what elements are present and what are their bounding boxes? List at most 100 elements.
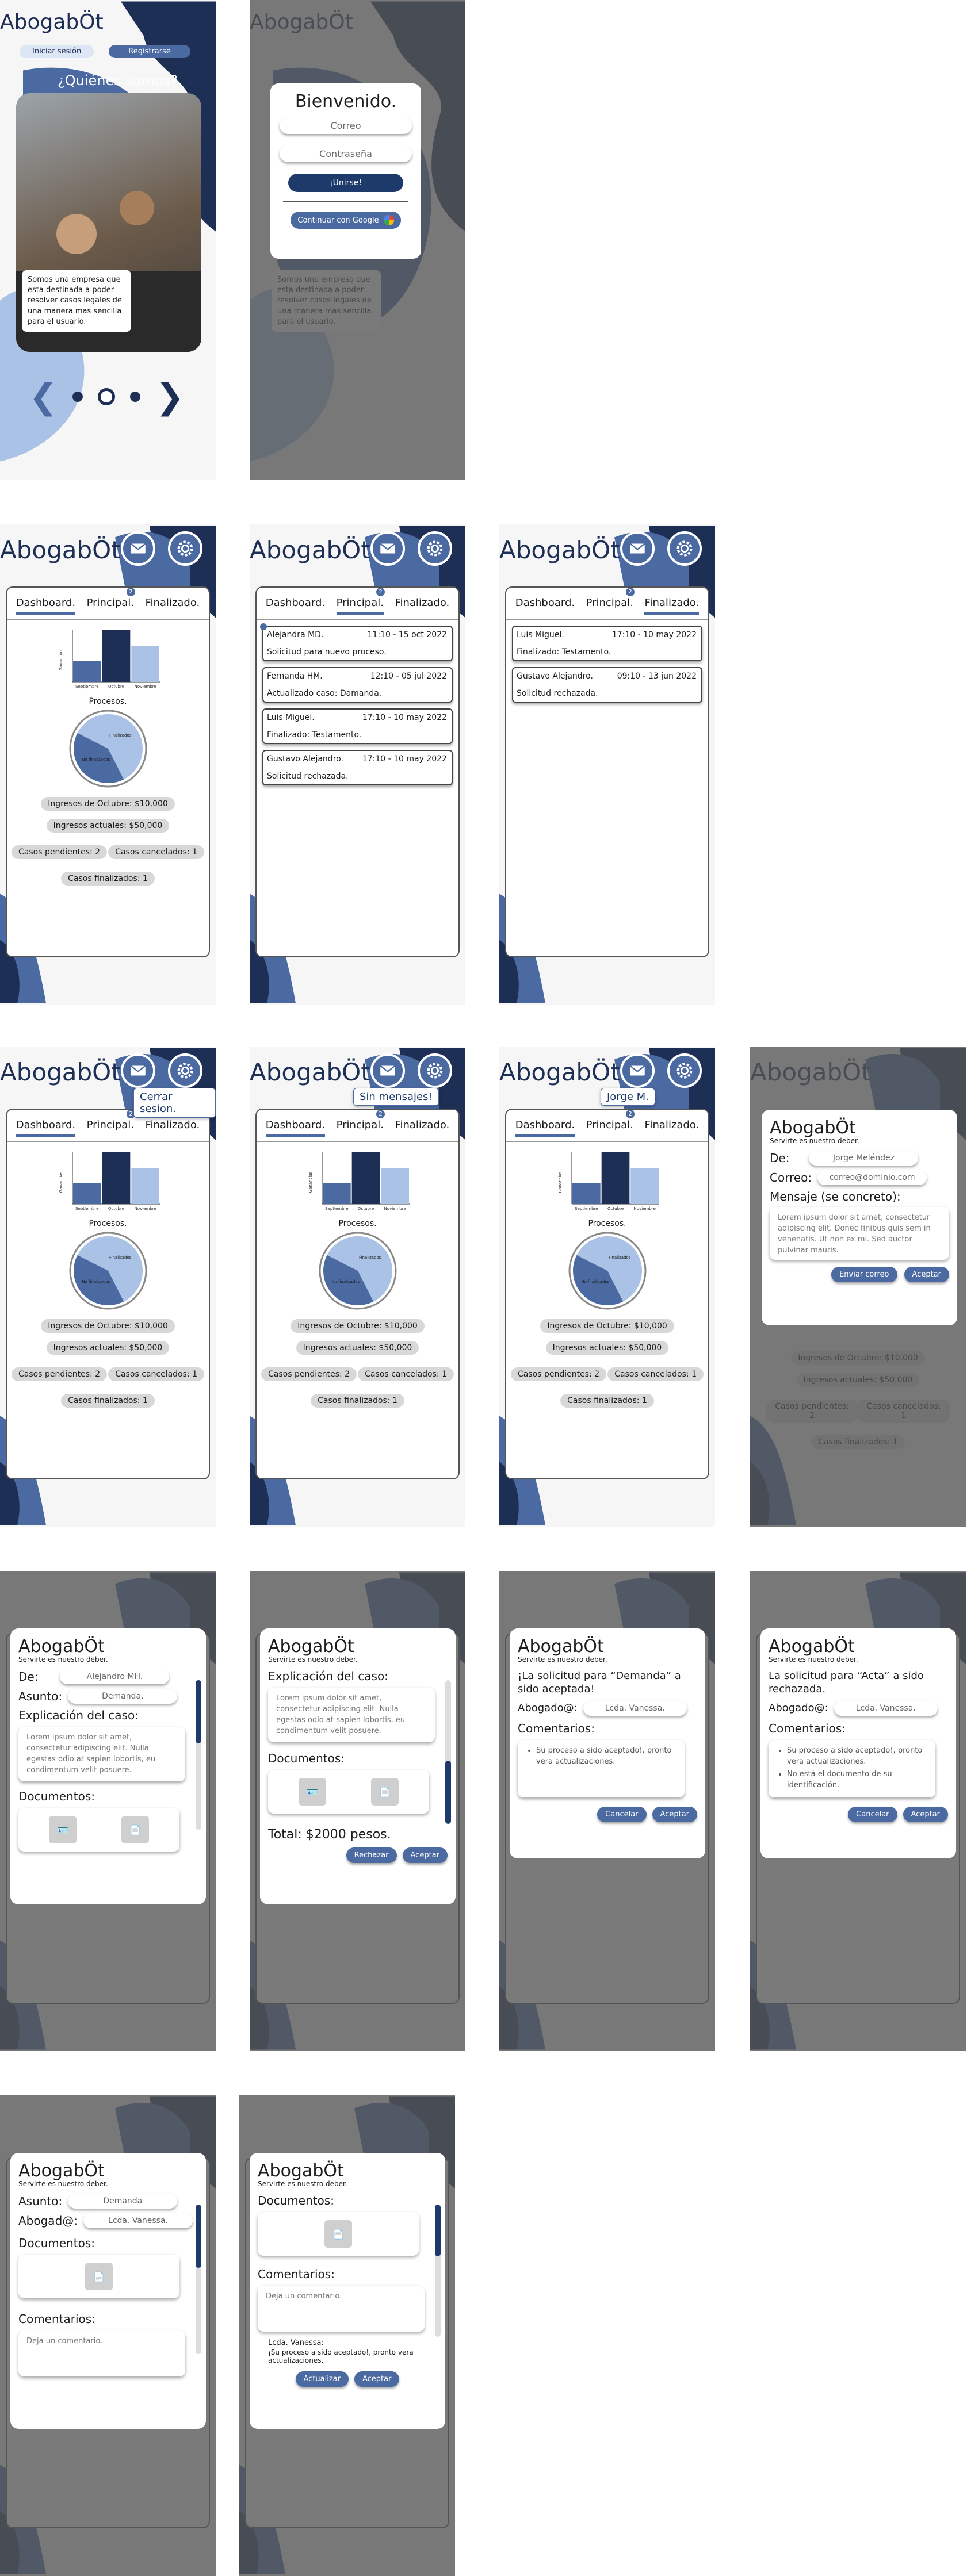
list-item[interactable]: 17:10 - 10 may 2022 Gustavo Alejandro. Sol… [262,750,453,785]
tab-dashboard[interactable]: Dashboard. [16,1119,76,1137]
tab-dashboard[interactable]: Dashboard. [265,1119,326,1137]
mail-icon[interactable] [620,531,655,566]
tab-dashboard[interactable]: Dashboard. [515,1119,575,1137]
accept-button[interactable]: Aceptar [652,1806,697,1822]
accept-button[interactable]: Aceptar [402,1847,448,1864]
explain-field[interactable]: Lorem ipsum dolor sit amet, consectetur … [18,1727,185,1782]
accept-button[interactable]: Aceptar [903,1806,948,1822]
item-time: 17:10 - 10 may 2022 [611,630,697,639]
tab-finalizado[interactable]: Finalizado. [644,597,700,615]
mail-icon[interactable] [370,531,405,566]
chevron-right-icon[interactable]: ❯ [155,379,184,414]
lawyer-field[interactable]: Lcda. Vanessa. [834,1700,938,1716]
tab-principal[interactable]: Principal. 2 [336,588,385,615]
tab-dashboard[interactable]: Dashboard. [266,597,325,615]
gear-icon[interactable] [418,531,452,566]
document-icon[interactable]: 📄 [121,1816,149,1844]
landing-screen: AbogabÖt Iniciar sesión Registrarse ¿Qui… [0,0,216,480]
id-card-icon[interactable]: 🪪 [49,1816,77,1844]
tab-finalizado[interactable]: Finalizado. [145,597,200,615]
message-field[interactable]: Lorem ipsum dolor sit amet, consectetur … [770,1207,949,1260]
password-field[interactable]: Contraseña [280,145,412,162]
carousel-dot[interactable] [130,392,141,402]
cancel-button[interactable]: Cancelar [597,1806,647,1822]
from-field[interactable]: Jorge Meléndez [809,1151,919,1166]
mail-icon[interactable] [370,1053,405,1088]
tab-principal[interactable]: Principal. 2 [337,1110,385,1137]
item-text: Actualizado caso: Damanda. [267,689,382,698]
tab-principal[interactable]: Principal. 2 [586,588,635,615]
tab-dashboard[interactable]: Dashboard. [16,597,76,615]
accept-button[interactable]: Aceptar [904,1267,949,1282]
document-icon[interactable]: 📄 [85,2263,113,2290]
pie-label: No finalizados [581,1279,609,1284]
from-label: De: [18,1670,39,1684]
tab-finalizado[interactable]: Finalizado. [395,1119,449,1137]
comment-field[interactable]: Deja un comentario. [258,2286,425,2332]
login-button[interactable]: Iniciar sesión [20,45,94,58]
modal-tagline: Servirte es nuestro deber. [18,1655,108,1663]
gear-icon[interactable] [418,1053,452,1088]
subject-field[interactable]: Demanda. [68,1689,178,1704]
pie-label: Finalizados [609,1255,631,1260]
document-icon[interactable]: 📄 [324,2220,352,2248]
scrollbar[interactable] [435,2205,441,2337]
update-button[interactable]: Actualizar [295,2371,349,2387]
email-field[interactable]: Correo [280,117,412,134]
x-tick-label: Septiembre [75,1206,98,1211]
tab-principal[interactable]: Principal. 2 [87,1110,135,1137]
gear-icon[interactable] [168,531,202,566]
carousel-dot-active[interactable] [98,388,116,405]
accept-button[interactable]: Aceptar [354,2371,400,2387]
explain-field[interactable]: Lorem ipsum dolor sit amet, consectetur … [268,1688,435,1743]
tab-dashboard[interactable]: Dashboard. [515,597,575,615]
bar [131,646,159,682]
list-item[interactable]: 09:10 - 13 jun 2022 Gustavo Alejandro. Sol… [512,667,702,703]
reject-button[interactable]: Rechazar [346,1847,397,1864]
list-item[interactable]: 11:10 - 15 oct 2022 Alejandra MD. Solicitu… [260,623,453,661]
tab-principal[interactable]: Principal. 2 [586,1110,635,1137]
join-button[interactable]: ¡Unirse! [288,174,403,192]
processes-pie-chart: Finalizados No finalizados [69,710,147,788]
bar [72,661,101,682]
id-card-icon[interactable]: 🪪 [299,1778,326,1806]
list-item[interactable]: 12:10 - 05 jul 2022 Fernanda HM. Actualiza… [262,667,453,703]
tab-principal[interactable]: Principal. 2 [86,588,135,615]
google-button[interactable]: Continuar con Google [291,212,401,229]
detail-screen: AbogabÖt Servirte es nuestro deber. Asun… [0,2095,216,2576]
scrollbar[interactable] [196,1680,201,1830]
tab-principal-label: Principal. [86,597,134,609]
subject-field[interactable]: Demanda [68,2194,178,2209]
x-tick-label: Noviembre [384,1206,406,1211]
mail-icon[interactable] [121,1053,155,1088]
chevron-left-icon[interactable]: ❮ [29,379,58,414]
mail-icon[interactable] [121,531,155,566]
carousel-dot[interactable] [72,392,83,402]
email-field[interactable]: correo@dominio.com [817,1170,927,1185]
lawyer-field[interactable]: Lcda. Vanessa. [83,2213,193,2228]
tab-finalizado[interactable]: Finalizado. [145,1119,200,1137]
scrollbar[interactable] [445,1680,451,1824]
docs-label: Documentos: [268,1751,345,1766]
cancel-button[interactable]: Cancelar [848,1806,897,1822]
register-button[interactable]: Registrarse [109,45,190,58]
document-icon[interactable]: 📄 [371,1778,399,1806]
from-field[interactable]: Alejandro MH. [60,1669,170,1684]
modal-brand: AbogabÖt [18,2161,105,2181]
income-current: Ingresos actuales: $50,000 [46,1341,170,1355]
mail-icon[interactable] [620,1053,655,1088]
gear-icon[interactable] [168,1053,202,1088]
notification-badge: 2 [626,588,635,596]
list-item[interactable]: 17:10 - 10 may 2022 Luis Miguel. Finalizad… [512,626,702,661]
scrollbar[interactable] [196,2205,201,2354]
comment-field[interactable]: Deja un comentario. [18,2330,185,2376]
gear-icon[interactable] [667,531,702,566]
send-email-button[interactable]: Enviar correo [831,1267,897,1282]
tab-finalizado[interactable]: Finalizado. [395,597,449,615]
modal-brand: AbogabÖt [268,1636,354,1657]
gear-icon[interactable] [667,1053,702,1088]
pie-label: No finalizados [331,1279,360,1284]
list-item[interactable]: 17:10 - 10 may 2022 Luis Miguel. Finalizad… [262,708,453,744]
tab-finalizado[interactable]: Finalizado. [644,1119,699,1137]
lawyer-field[interactable]: Lcda. Vanessa. [583,1700,687,1716]
